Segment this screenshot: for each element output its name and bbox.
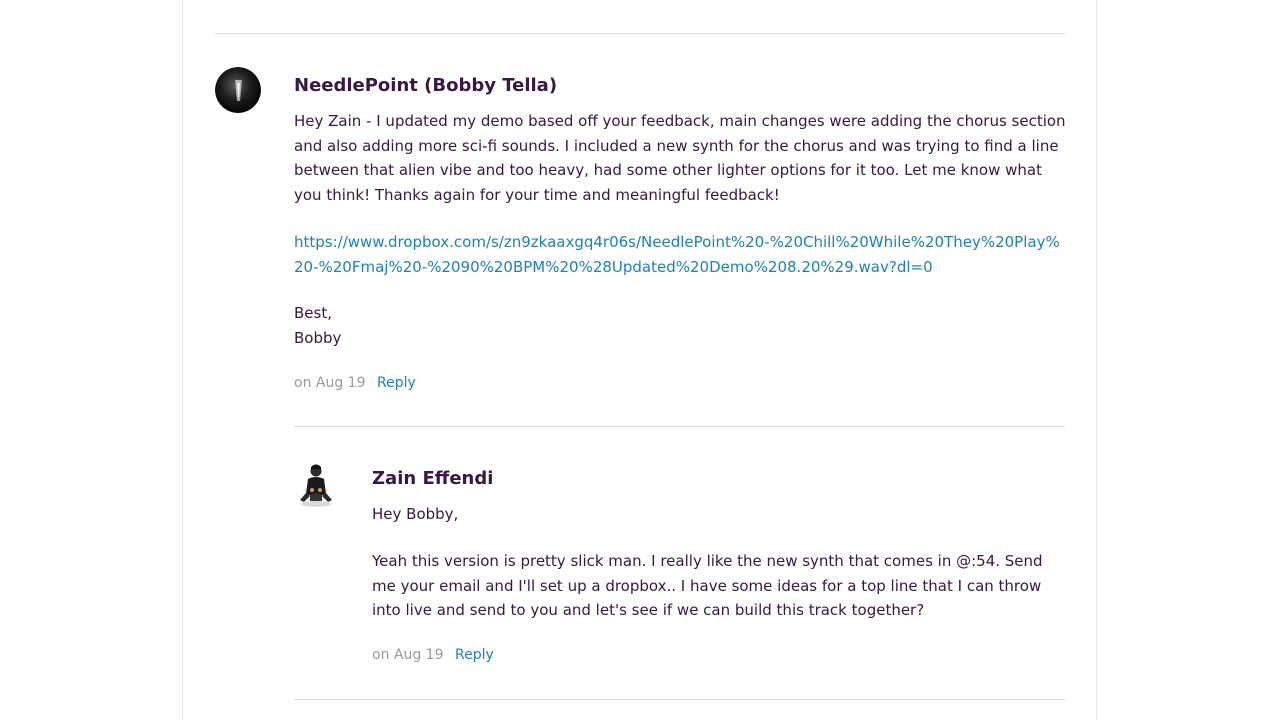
signoff-name: Bobby: [294, 329, 342, 347]
reply-button-bobby[interactable]: Reply: [377, 373, 416, 393]
reply-button-zain[interactable]: Reply: [455, 645, 494, 665]
comments-page: NeedlePoint (Bobby Tella) Hey Zain - I u…: [182, 0, 1097, 720]
comment-body-bobby: Hey Zain - I updated my demo based off y…: [294, 112, 1066, 204]
comment-author-zain[interactable]: Zain Effendi: [372, 468, 493, 490]
person-photo-avatar-icon: [296, 460, 336, 508]
bobby-avatar[interactable]: [215, 67, 261, 113]
comment-greeting-zain: Hey Bobby,: [372, 505, 459, 523]
comment-author-bobby[interactable]: NeedlePoint (Bobby Tella): [294, 75, 557, 97]
dropbox-link[interactable]: https://www.dropbox.com/s/zn9zkaaxgq4r06…: [294, 230, 1066, 279]
zain-avatar[interactable]: [296, 460, 336, 508]
comment-body-zain: Yeah this version is pretty slick man. I…: [372, 552, 1043, 619]
bottom-divider: [294, 699, 1065, 700]
comment-date-bobby: on Aug 19: [294, 375, 366, 391]
comment-divider: [294, 426, 1065, 427]
dark-circle-avatar-icon: [215, 67, 261, 113]
comment-date-zain: on Aug 19: [372, 647, 444, 663]
top-divider: [215, 33, 1065, 34]
signoff-best: Best,: [294, 304, 332, 322]
